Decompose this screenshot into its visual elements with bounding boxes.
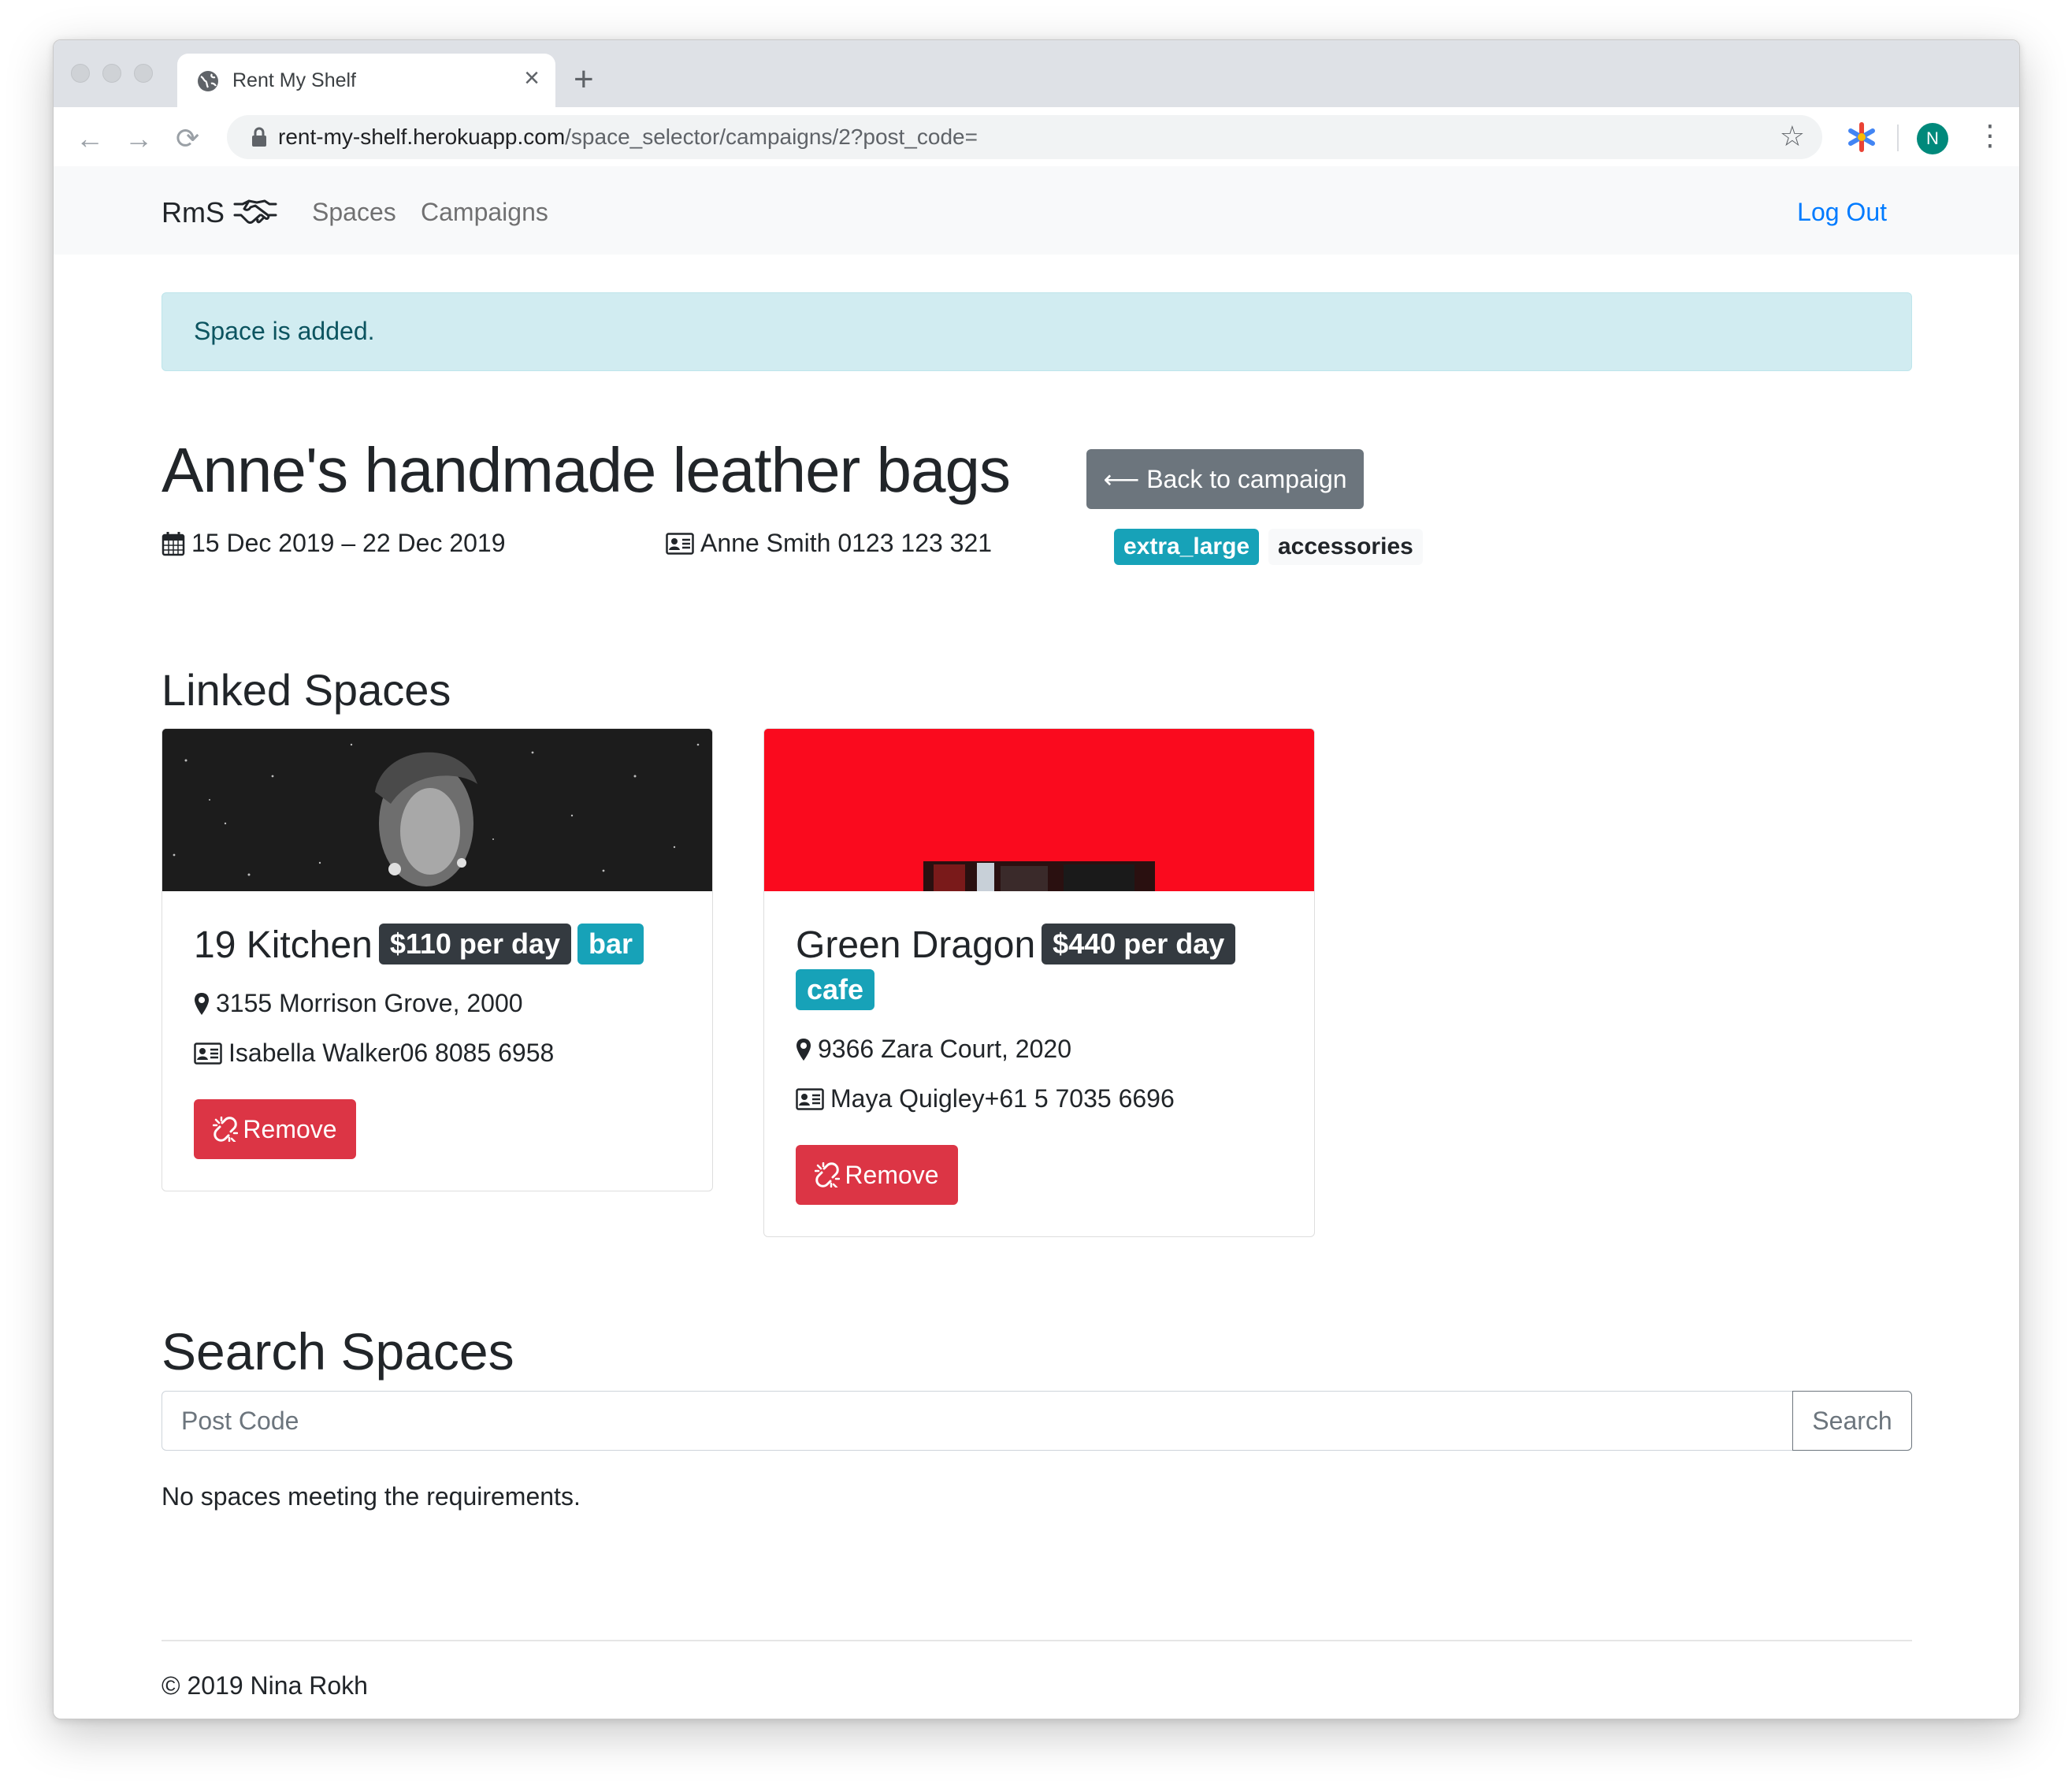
unlink-icon [815,1162,841,1187]
space-contact: Isabella Walker06 8085 6958 [194,1039,681,1068]
post-code-input[interactable] [162,1391,1794,1451]
remove-space-button[interactable]: Remove [194,1099,356,1159]
forward-arrow-icon[interactable]: → [124,123,153,154]
space-contact: Maya Quigley+61 5 7035 6696 [796,1084,1283,1113]
space-photo [764,729,1314,891]
search-form: Search [162,1391,1912,1451]
logout-link[interactable]: Log Out [1797,198,1887,227]
map-marker-icon [195,992,209,1015]
campaign-dates: 15 Dec 2019 – 22 Dec 2019 [162,529,506,558]
contact-card-icon [666,532,694,555]
globe-icon [198,71,218,91]
search-button[interactable]: Search [1792,1391,1912,1451]
space-address-text: 3155 Morrison Grove, 2000 [216,989,523,1017]
empty-results-message: No spaces meeting the requirements. [162,1482,581,1511]
space-address: 3155 Morrison Grove, 2000 [194,989,681,1018]
price-badge: $440 per day [1042,924,1236,964]
space-type-badge: cafe [796,969,875,1010]
toolbar-separator [1897,125,1899,151]
handshake-icon [233,199,277,224]
search-spaces-heading: Search Spaces [162,1322,514,1381]
linked-spaces-heading: Linked Spaces [162,665,451,715]
address-bar[interactable]: rent-my-shelf.herokuapp.com/space_select… [227,115,1822,159]
browser-tab[interactable]: Rent My Shelf × [177,54,555,107]
page-title: Anne's handmade leather bags [162,435,1011,505]
contact-card-icon [796,1087,824,1110]
linked-space-card: Green Dragon $440 per day cafe 9366 Zara C… [763,728,1315,1237]
url-text: rent-my-shelf.herokuapp.com/space_select… [278,125,978,150]
url-host: rent-my-shelf.herokuapp.com [278,125,566,149]
price-badge: $110 per day [378,924,571,964]
url-path: /space_selector/campaigns/2?post_code= [565,125,978,149]
lock-icon [252,127,266,147]
reload-icon[interactable]: ⟳ [176,123,199,154]
window-zoom-dot[interactable] [134,64,153,83]
calendar-icon [162,531,185,556]
nav-link-spaces[interactable]: Spaces [312,198,396,227]
space-title: Green Dragon $440 per day cafe [796,923,1283,1014]
remove-space-button[interactable]: Remove [796,1145,958,1205]
nav-link-campaigns[interactable]: Campaigns [421,198,548,227]
new-tab-button[interactable]: + [574,62,594,97]
site-navbar: RmS Spaces Campaigns Log Out [54,166,2019,255]
campaign-size-badge: extra_large [1114,529,1260,565]
campaign-contact-text: Anne Smith 0123 123 321 [700,529,993,557]
remove-label: Remove [243,1114,337,1143]
campaign-category-badge: accessories [1268,529,1423,565]
tab-strip: Rent My Shelf × + [54,40,2019,107]
space-type-badge: bar [577,924,644,964]
card-body: 19 Kitchen $110 per day bar 3155 Morrison … [162,891,712,1191]
space-title: 19 Kitchen $110 per day bar [194,923,681,968]
tab-close-icon[interactable]: × [524,65,540,91]
contact-card-icon [194,1042,222,1065]
brand-logo[interactable]: RmS [162,196,225,229]
campaign-contact: Anne Smith 0123 123 321 [666,529,992,558]
extension-icon[interactable] [1846,121,1877,153]
tab-title: Rent My Shelf [232,69,357,91]
unlink-icon [213,1117,239,1142]
map-marker-icon [796,1038,811,1061]
linked-space-card: 19 Kitchen $110 per day bar 3155 Morrison … [162,728,713,1191]
card-body: Green Dragon $440 per day cafe 9366 Zara C… [764,891,1314,1236]
success-alert: Space is added. [162,292,1912,371]
space-contact-text: Isabella Walker06 8085 6958 [228,1039,555,1067]
back-to-campaign-button[interactable]: ⟵ Back to campaign [1086,449,1364,509]
space-address: 9366 Zara Court, 2020 [796,1035,1283,1064]
campaign-dates-text: 15 Dec 2019 – 22 Dec 2019 [191,529,506,557]
profile-avatar[interactable]: N [1917,123,1948,154]
footer-divider [162,1640,1912,1641]
space-photo-image [162,729,712,891]
footer-copyright: © 2019 Nina Rokh [162,1671,368,1700]
browser-menu-icon[interactable]: ⋮ [1976,120,2004,151]
window-close-dot[interactable] [71,64,90,83]
space-name: 19 Kitchen [194,924,373,966]
window-minimize-dot[interactable] [102,64,121,83]
back-arrow-icon[interactable]: ← [76,123,104,154]
browser-window: Rent My Shelf × + ← → ⟳ rent-my-shelf.he… [53,39,2020,1719]
space-name: Green Dragon [796,924,1036,966]
space-contact-text: Maya Quigley+61 5 7035 6696 [830,1084,1175,1113]
space-address-text: 9366 Zara Court, 2020 [818,1035,1071,1063]
space-photo-image [764,729,1314,891]
bookmark-star-icon[interactable]: ☆ [1780,120,1805,153]
space-photo [162,729,712,891]
remove-label: Remove [845,1160,939,1189]
